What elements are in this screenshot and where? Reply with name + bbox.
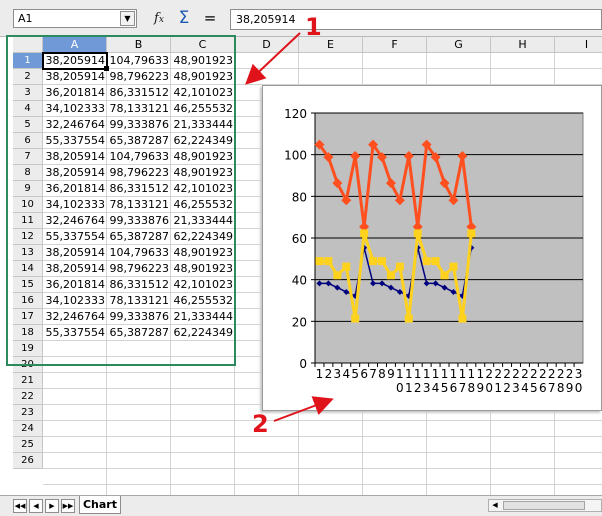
last-sheet-icon[interactable]: ▶▶ xyxy=(61,499,75,513)
sheet-tab-chart[interactable]: Chart xyxy=(79,496,121,514)
scrollbar-thumb[interactable] xyxy=(503,501,585,510)
sheet-tab-bar: ◀◀ ◀ ▶ ▶▶ Chart ◀ xyxy=(0,495,602,516)
annotation-arrow-2 xyxy=(273,396,334,422)
horizontal-scrollbar[interactable]: ◀ xyxy=(488,499,602,512)
annotation-arrow-1 xyxy=(245,32,301,85)
first-sheet-icon[interactable]: ◀◀ xyxy=(13,499,27,513)
next-sheet-icon[interactable]: ▶ xyxy=(45,499,59,513)
scroll-left-icon[interactable]: ◀ xyxy=(489,500,501,511)
annotation-arrows xyxy=(245,32,334,422)
previous-sheet-icon[interactable]: ◀ xyxy=(29,499,43,513)
